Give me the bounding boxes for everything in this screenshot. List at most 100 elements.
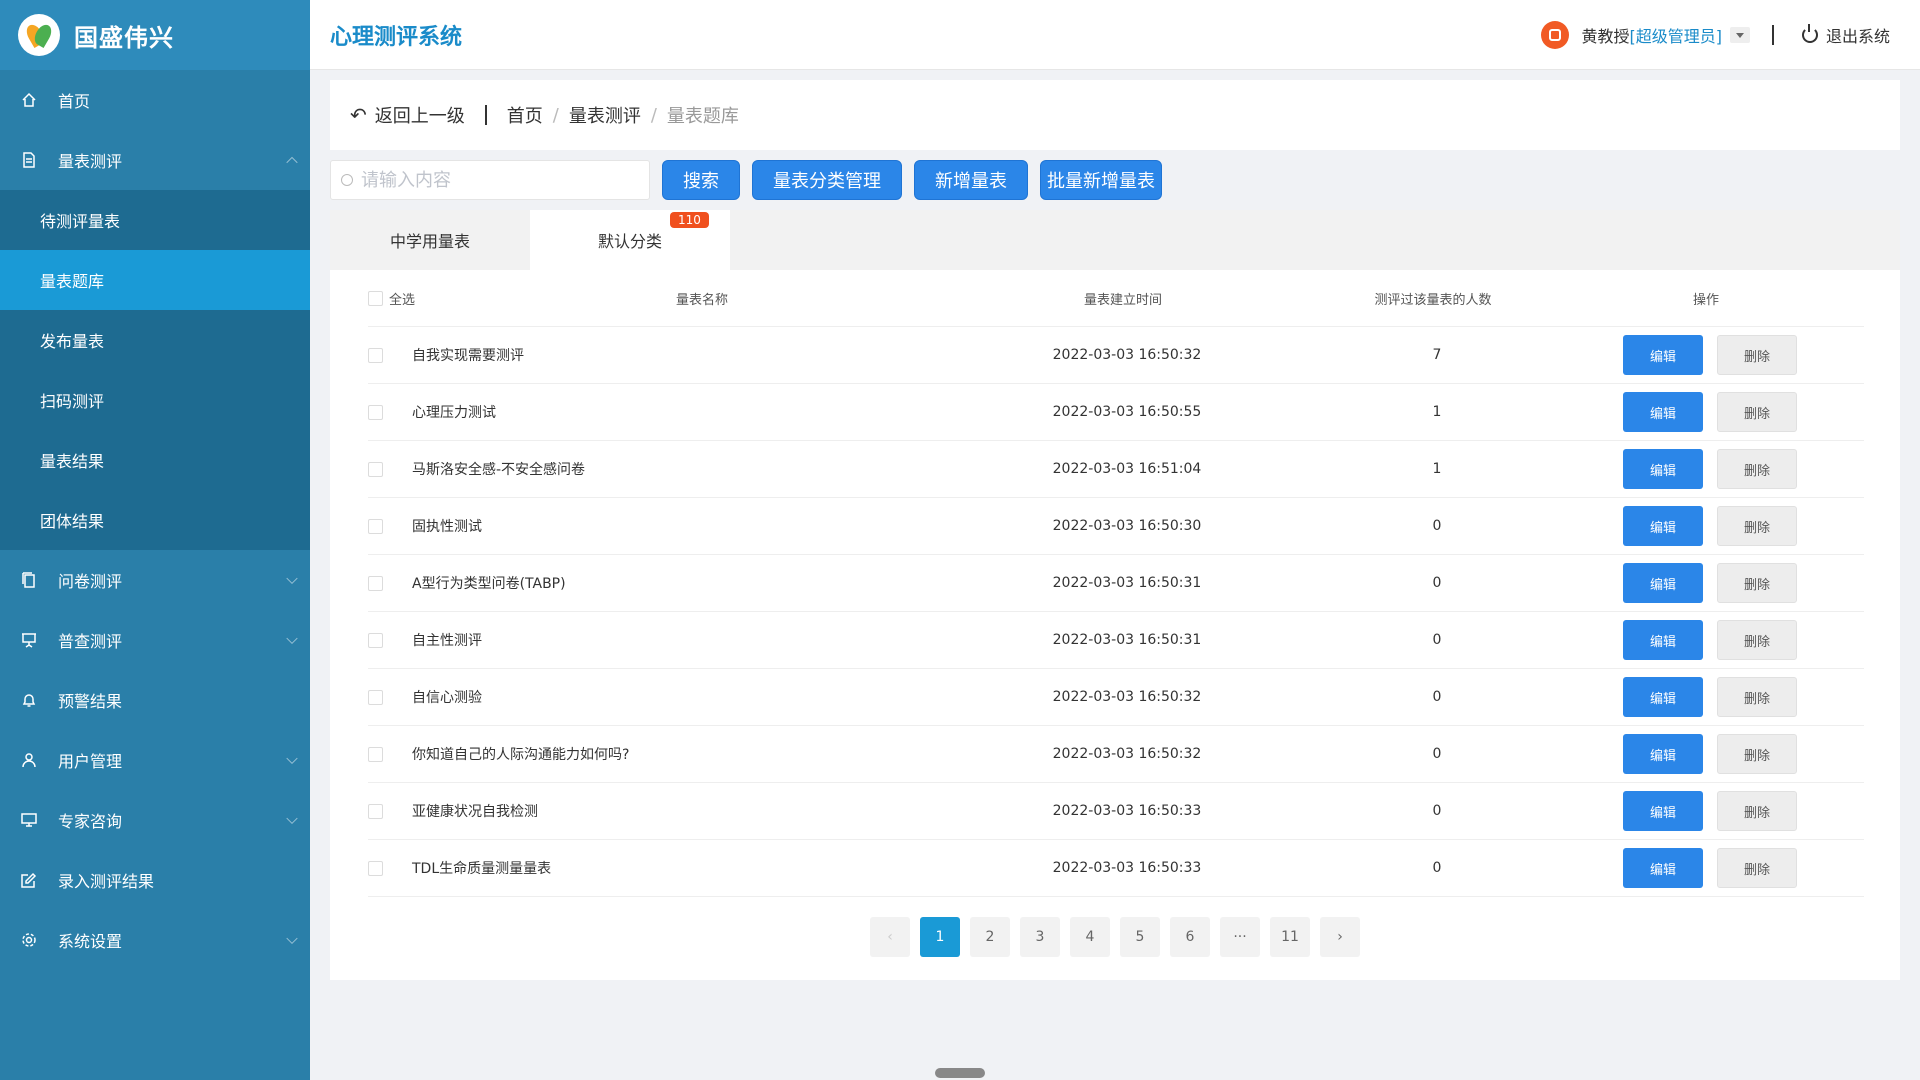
row-checkbox[interactable] [368,689,383,705]
select-all[interactable]: 全选 [368,289,440,308]
page-button[interactable]: 1 [920,917,960,957]
sidebar-subitem-scale-bank[interactable]: 量表题库 [0,250,310,310]
row-actions: 编辑 删除 [1592,563,1828,603]
chevron-down-icon [286,752,298,765]
sidebar-item-label: 普查测评 [58,632,123,651]
edit-button[interactable]: 编辑 [1623,449,1703,489]
sidebar-item-label: 预警结果 [58,692,123,711]
chevron-down-icon [286,572,298,585]
page-button[interactable]: 4 [1070,917,1110,957]
search-button[interactable]: 搜索 [662,160,740,200]
edit-button[interactable]: 编辑 [1623,563,1703,603]
scale-name: 自主性测评 [412,633,482,649]
scale-created-time: 2022-03-03 16:50:31 [1052,632,1202,648]
row-checkbox[interactable] [368,746,383,762]
app-title: 心理测评系统 [330,24,463,50]
sidebar-subitem-results[interactable]: 量表结果 [0,430,310,490]
sidebar-item-census[interactable]: 普查测评 [0,610,310,670]
sidebar-subitem-pending[interactable]: 待测评量表 [0,190,310,250]
user-role[interactable]: [超级管理员] [1629,23,1722,47]
row-checkbox[interactable] [368,803,383,819]
page-button[interactable]: 5 [1120,917,1160,957]
row-actions: 编辑 删除 [1592,734,1828,774]
home-icon [20,91,38,109]
back-button[interactable]: ↶ 返回上一级 [350,102,465,128]
scale-respondent-count: 1 [1432,404,1442,420]
row-checkbox[interactable] [368,860,383,876]
delete-button[interactable]: 删除 [1717,848,1797,888]
sidebar-subitem-publish[interactable]: 发布量表 [0,310,310,370]
page-button[interactable]: 6 [1170,917,1210,957]
delete-button[interactable]: 删除 [1717,449,1797,489]
row-checkbox[interactable] [368,632,383,648]
delete-button[interactable]: 删除 [1717,620,1797,660]
edit-button[interactable]: 编辑 [1623,620,1703,660]
delete-button[interactable]: 删除 [1717,392,1797,432]
delete-button[interactable]: 删除 [1717,506,1797,546]
scroll-handle[interactable] [935,1068,985,1078]
scale-name: 自信心测验 [412,690,482,706]
delete-button[interactable]: 删除 [1717,563,1797,603]
row-select [368,746,408,762]
delete-button[interactable]: 删除 [1717,791,1797,831]
edit-button[interactable]: 编辑 [1623,848,1703,888]
batch-add-scale-button[interactable]: 批量新增量表 [1040,160,1162,200]
next-page-button[interactable]: › [1320,917,1360,957]
sidebar-subitem-group-results[interactable]: 团体结果 [0,490,310,550]
page-button[interactable]: ··· [1220,917,1260,957]
scale-name: 心理压力测试 [412,405,496,421]
brand-logo[interactable]: 国盛伟兴 [0,0,310,70]
scale-respondent-count: 7 [1432,347,1442,363]
tab-default[interactable]: 默认分类 110 [530,210,730,270]
page-button[interactable]: 3 [1020,917,1060,957]
tab-label: 默认分类 [597,232,662,251]
search-input[interactable] [361,169,641,191]
row-checkbox[interactable] [368,518,383,534]
table-row: 亚健康状况自我检测 2022-03-03 16:50:33 0 编辑 删除 [368,783,1864,840]
sidebar-subitem-qr-assess[interactable]: 扫码测评 [0,370,310,430]
sidebar-item-warning[interactable]: 预警结果 [0,670,310,730]
sidebar-item-settings[interactable]: 系统设置 [0,910,310,970]
scale-name: 固执性测试 [412,519,482,535]
row-checkbox[interactable] [368,461,383,477]
edit-button[interactable]: 编辑 [1623,734,1703,774]
user-name[interactable]: 黄教授 [1581,23,1629,47]
scale-name: A型行为类型问卷(TABP) [412,576,566,592]
breadcrumb-scale-assessment[interactable]: 量表测评 [569,102,641,128]
edit-button[interactable]: 编辑 [1623,677,1703,717]
row-actions: 编辑 删除 [1592,848,1828,888]
breadcrumb-home[interactable]: 首页 [507,102,543,128]
sidebar-item-users[interactable]: 用户管理 [0,730,310,790]
sidebar-item-expert[interactable]: 专家咨询 [0,790,310,850]
edit-button[interactable]: 编辑 [1623,392,1703,432]
page-button[interactable]: 11 [1270,917,1310,957]
edit-button[interactable]: 编辑 [1623,335,1703,375]
chevron-down-icon [286,632,298,645]
tab-middle-school[interactable]: 中学用量表 [330,210,530,270]
category-manage-button[interactable]: 量表分类管理 [752,160,902,200]
delete-button[interactable]: 删除 [1717,335,1797,375]
edit-button[interactable]: 编辑 [1623,791,1703,831]
sidebar-item-enter-results[interactable]: 录入测评结果 [0,850,310,910]
caret-down-icon[interactable] [1729,27,1750,43]
row-actions: 编辑 删除 [1592,620,1828,660]
sidebar: 国盛伟兴 首页 量表测评 待测评量表 量表题库 发布量表 扫码测评 量表结果 团… [0,0,310,1080]
sidebar-item-home[interactable]: 首页 [0,70,310,130]
row-checkbox[interactable] [368,575,383,591]
prev-page-button[interactable]: ‹ [870,917,910,957]
sidebar-item-scale-assessment[interactable]: 量表测评 [0,130,310,190]
sidebar-item-questionnaire[interactable]: 问卷测评 [0,550,310,610]
delete-button[interactable]: 删除 [1717,677,1797,717]
column-header-count: 测评过该量表的人数 [1374,292,1492,308]
breadcrumb-divider [484,105,487,125]
row-checkbox[interactable] [368,347,383,363]
add-scale-button[interactable]: 新增量表 [914,160,1028,200]
sidebar-item-label: 系统设置 [58,932,123,951]
select-all-checkbox[interactable] [368,290,383,306]
logout-button[interactable]: 退出系统 [1801,23,1890,47]
delete-button[interactable]: 删除 [1717,734,1797,774]
edit-button[interactable]: 编辑 [1623,506,1703,546]
gear-icon [20,931,38,949]
row-checkbox[interactable] [368,404,383,420]
page-button[interactable]: 2 [970,917,1010,957]
